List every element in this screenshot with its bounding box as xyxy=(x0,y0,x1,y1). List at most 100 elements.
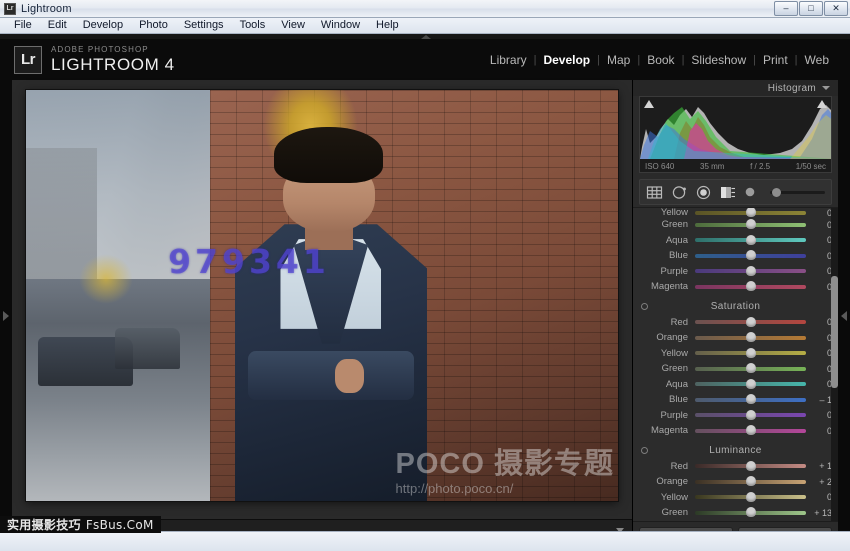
slider-track-red[interactable] xyxy=(695,464,806,468)
slider-track-orange[interactable] xyxy=(695,480,806,484)
slider-track-purple[interactable] xyxy=(695,269,806,273)
graduated-filter-icon[interactable] xyxy=(720,185,736,200)
slider-track-yellow[interactable] xyxy=(695,495,806,499)
slider-track-blue[interactable] xyxy=(695,398,806,402)
slider-knob-orange[interactable] xyxy=(746,476,756,486)
identity-plate[interactable]: Lr ADOBE PHOTOSHOP LIGHTROOM 4 xyxy=(14,46,175,74)
slider-knob-purple[interactable] xyxy=(746,266,756,276)
slider-value-purple[interactable]: 0 xyxy=(806,266,832,276)
menu-item-file[interactable]: File xyxy=(6,18,40,33)
module-library[interactable]: Library xyxy=(483,53,534,67)
slider-value-aqua[interactable]: 0 xyxy=(806,235,832,245)
module-slideshow[interactable]: Slideshow xyxy=(684,53,753,67)
histogram-widget[interactable]: ISO 640 35 mm f / 2.5 1/50 sec xyxy=(639,96,832,173)
slider-track-blue[interactable] xyxy=(695,254,806,258)
module-book[interactable]: Book xyxy=(640,53,681,67)
menu-item-photo[interactable]: Photo xyxy=(131,18,176,33)
slider-value-orange[interactable]: + 2 xyxy=(806,477,832,487)
crop-overlay-icon[interactable] xyxy=(646,185,663,200)
module-print[interactable]: Print xyxy=(756,53,795,67)
slider-track-aqua[interactable] xyxy=(695,382,806,386)
hsl-group-title: Saturation xyxy=(711,301,761,312)
module-web[interactable]: Web xyxy=(798,53,836,67)
slider-track-magenta[interactable] xyxy=(695,285,806,289)
menu-item-window[interactable]: Window xyxy=(313,18,368,33)
menu-item-settings[interactable]: Settings xyxy=(176,18,232,33)
chevron-down-icon[interactable] xyxy=(822,86,830,90)
maximize-button[interactable]: □ xyxy=(799,1,823,16)
adjustment-brush-icon[interactable] xyxy=(745,186,757,198)
menu-item-edit[interactable]: Edit xyxy=(40,18,75,33)
histogram-header[interactable]: Histogram xyxy=(633,80,838,96)
slider-value-blue[interactable]: – 1 xyxy=(806,395,832,405)
fsbus-watermark: 实用摄影技巧 FsBus.CoM xyxy=(0,516,161,533)
slider-knob-orange[interactable] xyxy=(746,332,756,342)
slider-value-orange[interactable]: 0 xyxy=(806,333,832,343)
slider-knob-yellow[interactable] xyxy=(746,492,756,502)
right-panel-rail[interactable] xyxy=(838,80,850,551)
slider-knob-blue[interactable] xyxy=(746,394,756,404)
slider-value-aqua[interactable]: 0 xyxy=(806,379,832,389)
slider-knob-aqua[interactable] xyxy=(746,379,756,389)
slider-knob-yellow[interactable] xyxy=(746,207,756,217)
slider-track-yellow[interactable] xyxy=(695,211,806,215)
slider-value-green[interactable]: 0 xyxy=(806,364,832,374)
slider-track-red[interactable] xyxy=(695,320,806,324)
minimize-button[interactable]: – xyxy=(774,1,798,16)
right-panel-scrollbar[interactable] xyxy=(831,208,838,521)
right-panel-scrollbar-thumb[interactable] xyxy=(831,276,838,388)
module-develop[interactable]: Develop xyxy=(536,53,597,67)
slider-knob-green[interactable] xyxy=(746,363,756,373)
identity-text: ADOBE PHOTOSHOP LIGHTROOM 4 xyxy=(51,46,175,73)
slider-value-yellow[interactable]: 0 xyxy=(806,492,832,502)
spot-removal-icon[interactable] xyxy=(672,185,687,200)
slider-knob-magenta[interactable] xyxy=(746,281,756,291)
slider-track-aqua[interactable] xyxy=(695,238,806,242)
slider-knob-aqua[interactable] xyxy=(746,235,756,245)
menu-item-help[interactable]: Help xyxy=(368,18,407,33)
window-title: Lightroom xyxy=(21,3,72,15)
slider-knob-green[interactable] xyxy=(746,219,756,229)
targeted-adjustment-tool-icon[interactable] xyxy=(641,447,648,454)
slider-knob-red[interactable] xyxy=(746,461,756,471)
slider-track-green[interactable] xyxy=(695,223,806,227)
slider-value-red[interactable]: + 1 xyxy=(806,461,832,471)
close-button[interactable]: ✕ xyxy=(824,1,848,16)
brush-size-slider-knob[interactable] xyxy=(772,188,781,197)
red-eye-correction-icon[interactable] xyxy=(696,185,711,200)
slider-track-magenta[interactable] xyxy=(695,429,806,433)
slider-knob-yellow[interactable] xyxy=(746,348,756,358)
slider-knob-blue[interactable] xyxy=(746,250,756,260)
slider-value-magenta[interactable]: 0 xyxy=(806,426,832,436)
brush-size-slider[interactable] xyxy=(770,191,825,194)
slider-knob-green[interactable] xyxy=(746,507,756,517)
identity-plate-bar: Lr ADOBE PHOTOSHOP LIGHTROOM 4 Library|D… xyxy=(0,39,850,80)
slider-track-orange[interactable] xyxy=(695,336,806,340)
targeted-adjustment-tool-icon[interactable] xyxy=(641,303,648,310)
slider-value-green[interactable]: 0 xyxy=(806,220,832,230)
menu-item-view[interactable]: View xyxy=(273,18,313,33)
photo-flowers-secondary-region xyxy=(79,254,132,303)
menu-item-tools[interactable]: Tools xyxy=(232,18,274,33)
slider-value-red[interactable]: 0 xyxy=(806,317,832,327)
module-map[interactable]: Map xyxy=(600,53,637,67)
slider-label-blue: Blue xyxy=(637,250,695,261)
slider-value-yellow[interactable]: 0 xyxy=(806,348,832,358)
slider-track-yellow[interactable] xyxy=(695,351,806,355)
slider-track-green[interactable] xyxy=(695,511,806,515)
menu-item-develop[interactable]: Develop xyxy=(75,18,131,33)
slider-knob-magenta[interactable] xyxy=(746,425,756,435)
slider-knob-red[interactable] xyxy=(746,317,756,327)
slider-value-purple[interactable]: 0 xyxy=(806,410,832,420)
slider-value-magenta[interactable]: 0 xyxy=(806,282,832,292)
slider-knob-purple[interactable] xyxy=(746,410,756,420)
left-panel-rail[interactable] xyxy=(0,80,12,551)
photo-preview[interactable]: 979341 POCO 摄影专题 http://photo.poco.cn/ xyxy=(26,90,618,501)
slider-track-purple[interactable] xyxy=(695,413,806,417)
slider-value-yellow[interactable]: 0 xyxy=(806,208,832,218)
slider-track-green[interactable] xyxy=(695,367,806,371)
slider-label-magenta: Magenta xyxy=(637,281,695,292)
slider-value-green[interactable]: + 13 xyxy=(806,508,832,518)
slider-value-blue[interactable]: 0 xyxy=(806,251,832,261)
image-canvas[interactable]: 979341 POCO 摄影专题 http://photo.poco.cn/ xyxy=(12,80,632,519)
